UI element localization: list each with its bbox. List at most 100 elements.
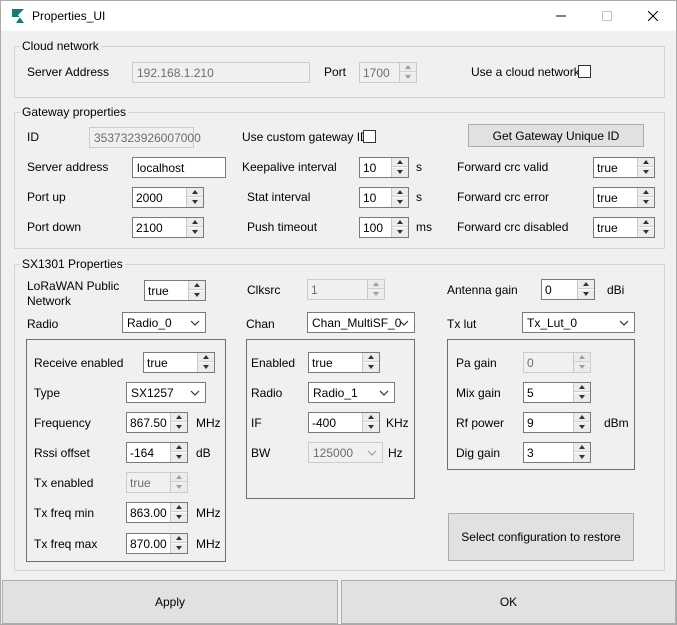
spin-down-icon[interactable]	[574, 363, 590, 372]
gw-server-input[interactable]: localhost	[132, 157, 226, 178]
spin-up-icon[interactable]	[392, 188, 408, 197]
use-cloud-checkbox[interactable]	[578, 65, 591, 78]
crc-error-spinner[interactable]: true	[593, 187, 655, 208]
receive-enabled-spinner[interactable]: true	[143, 352, 215, 373]
spin-up-icon[interactable]	[392, 218, 408, 227]
spin-down-icon[interactable]	[187, 198, 203, 207]
spin-down-icon[interactable]	[574, 423, 590, 432]
gateway-id-input[interactable]: 3537323926007000	[89, 127, 201, 148]
spin-up-icon[interactable]	[392, 158, 408, 167]
tx-enabled-spinner[interactable]: true	[126, 472, 188, 493]
clksrc-spinner[interactable]: 1	[307, 279, 385, 300]
spin-down-icon[interactable]	[368, 290, 384, 299]
spin-down-icon[interactable]	[187, 228, 203, 237]
crc-valid-spinner[interactable]: true	[593, 157, 655, 178]
lorawan-public-value: true	[148, 284, 169, 298]
chan-if-spinner[interactable]: -400	[308, 412, 380, 433]
close-button[interactable]	[630, 1, 676, 31]
rf-power-unit: dBm	[604, 416, 629, 430]
frequency-spinner[interactable]: 867.50	[126, 412, 188, 433]
apply-button[interactable]: Apply	[2, 580, 338, 624]
spin-down-icon[interactable]	[638, 168, 654, 177]
spin-down-icon[interactable]	[189, 291, 205, 300]
lorawan-public-spinner[interactable]: true	[144, 280, 206, 301]
spin-up-icon[interactable]	[171, 473, 187, 482]
spin-up-icon[interactable]	[189, 281, 205, 290]
chan-select-label: Chan	[246, 317, 275, 331]
spin-up-icon[interactable]	[368, 280, 384, 289]
spin-up-icon[interactable]	[187, 218, 203, 227]
chevron-down-icon	[190, 320, 200, 326]
spin-up-icon[interactable]	[638, 188, 654, 197]
spin-down-icon[interactable]	[392, 198, 408, 207]
spin-down-icon[interactable]	[171, 513, 187, 522]
tx-freq-min-value: 863.00	[130, 506, 167, 520]
spin-down-icon[interactable]	[171, 483, 187, 492]
chan-bw-value: 125000	[313, 446, 354, 460]
spin-up-icon[interactable]	[171, 503, 187, 512]
tx-freq-max-spinner[interactable]: 870.00	[126, 533, 188, 554]
chan-radio-select[interactable]: Radio_1	[308, 382, 395, 403]
spin-up-icon[interactable]	[363, 353, 379, 362]
spin-up-icon[interactable]	[574, 383, 590, 392]
tx-freq-min-spinner[interactable]: 863.00	[126, 502, 188, 523]
port-up-spinner[interactable]: 2000	[132, 187, 204, 208]
custom-id-checkbox[interactable]	[363, 130, 376, 143]
spin-down-icon[interactable]	[363, 423, 379, 432]
txlut-select[interactable]: Tx_Lut_0	[522, 312, 635, 333]
spin-down-icon[interactable]	[578, 290, 594, 299]
mix-gain-spinner[interactable]: 5	[523, 382, 591, 403]
spin-down-icon[interactable]	[574, 393, 590, 402]
spin-up-icon[interactable]	[638, 218, 654, 227]
ok-button[interactable]: OK	[341, 580, 676, 624]
spin-down-icon[interactable]	[198, 363, 214, 372]
spin-down-icon[interactable]	[171, 544, 187, 553]
keepalive-spinner[interactable]: 10	[359, 157, 409, 178]
cloud-server-input[interactable]: 192.168.1.210	[132, 62, 310, 83]
stat-interval-spinner[interactable]: 10	[359, 187, 409, 208]
pa-gain-spinner[interactable]: 0	[523, 352, 591, 373]
chan-radio-value: Radio_1	[313, 386, 358, 400]
rf-power-spinner[interactable]: 9	[523, 412, 591, 433]
crc-disabled-spinner[interactable]: true	[593, 217, 655, 238]
spin-up-icon[interactable]	[574, 353, 590, 362]
custom-id-label: Use custom gateway ID	[242, 130, 369, 144]
radio-type-select[interactable]: SX1257	[126, 382, 206, 403]
spin-up-icon[interactable]	[574, 413, 590, 422]
chan-bw-select[interactable]: 125000	[308, 442, 383, 463]
chan-enabled-spinner[interactable]: true	[308, 352, 380, 373]
spin-up-icon[interactable]	[171, 534, 187, 543]
spin-up-icon[interactable]	[638, 158, 654, 167]
spin-up-icon[interactable]	[187, 188, 203, 197]
dig-gain-spinner[interactable]: 3	[523, 442, 591, 463]
chan-select[interactable]: Chan_MultiSF_0	[307, 312, 415, 333]
spin-up-icon[interactable]	[578, 280, 594, 289]
cloud-port-spinner[interactable]: 1700	[359, 62, 417, 83]
select-restore-config-button[interactable]: Select configuration to restore	[448, 513, 634, 561]
push-timeout-spinner[interactable]: 100	[359, 217, 409, 238]
spin-down-icon[interactable]	[392, 168, 408, 177]
spin-up-icon[interactable]	[574, 443, 590, 452]
spin-down-icon[interactable]	[363, 363, 379, 372]
radio-type-label: Type	[34, 386, 61, 400]
spin-up-icon[interactable]	[171, 443, 187, 452]
maximize-button[interactable]	[584, 1, 630, 31]
spin-up-icon[interactable]	[363, 413, 379, 422]
spin-up-icon[interactable]	[171, 413, 187, 422]
minimize-button[interactable]	[538, 1, 584, 31]
spin-down-icon[interactable]	[171, 423, 187, 432]
spin-down-icon[interactable]	[400, 73, 416, 82]
spin-down-icon[interactable]	[638, 198, 654, 207]
spin-down-icon[interactable]	[574, 453, 590, 462]
mix-gain-label: Mix gain	[456, 386, 501, 400]
port-down-spinner[interactable]: 2100	[132, 217, 204, 238]
get-unique-id-button[interactable]: Get Gateway Unique ID	[468, 124, 644, 147]
rssi-offset-spinner[interactable]: -164	[126, 442, 188, 463]
spin-down-icon[interactable]	[171, 453, 187, 462]
spin-down-icon[interactable]	[638, 228, 654, 237]
antenna-gain-spinner[interactable]: 0	[541, 279, 595, 300]
spin-down-icon[interactable]	[392, 228, 408, 237]
spin-up-icon[interactable]	[198, 353, 214, 362]
spin-up-icon[interactable]	[400, 63, 416, 72]
radio-select[interactable]: Radio_0	[122, 312, 206, 333]
